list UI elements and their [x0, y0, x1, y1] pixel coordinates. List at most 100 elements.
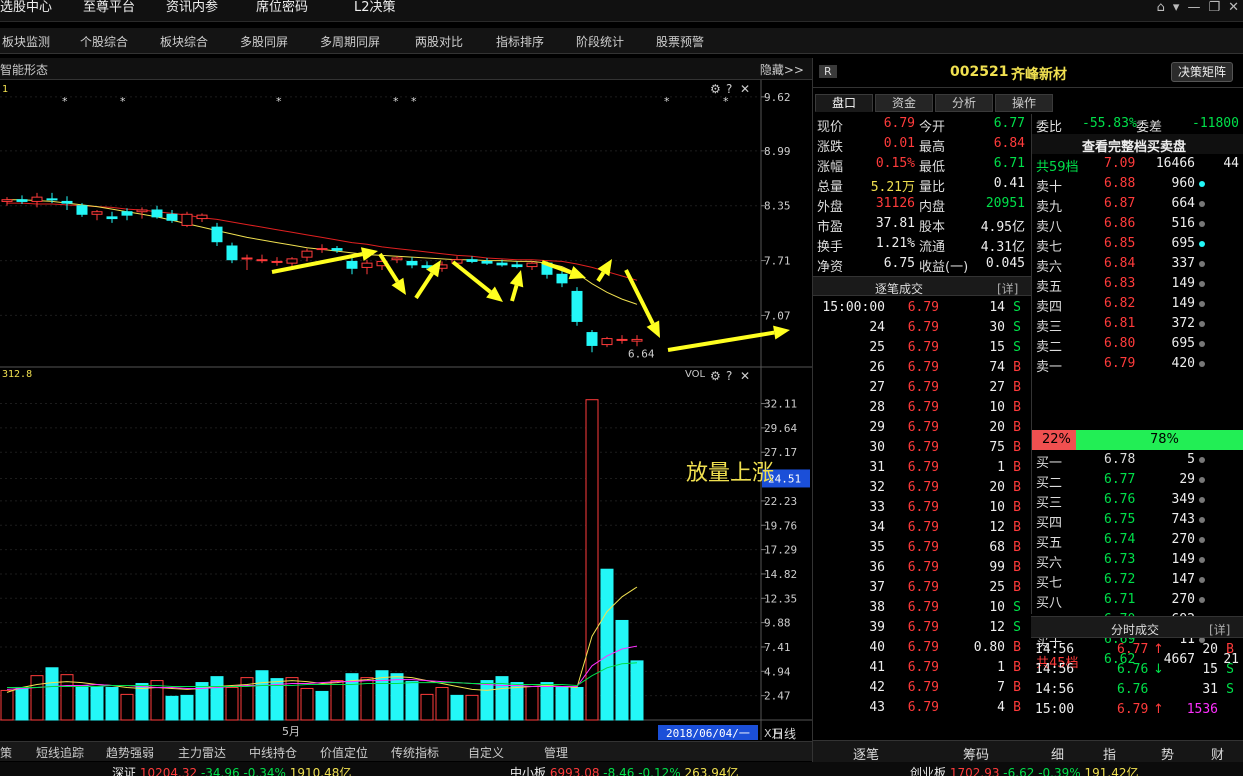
settings-icon[interactable]: ⚙ — [710, 82, 721, 96]
candle-body[interactable] — [616, 338, 628, 341]
price-pane[interactable] — [0, 80, 760, 367]
volume-bar[interactable] — [450, 694, 464, 721]
tab-operation[interactable]: 操作 — [995, 94, 1053, 112]
volume-bar[interactable] — [615, 619, 629, 721]
decision-matrix-button[interactable]: 决策矩阵 — [1171, 62, 1233, 82]
candle-body[interactable] — [481, 260, 493, 264]
volume-bar[interactable] — [390, 673, 404, 721]
candle-body[interactable] — [316, 248, 328, 251]
candle-body[interactable] — [16, 199, 28, 202]
candle-body[interactable] — [46, 198, 58, 201]
candle-body[interactable] — [361, 262, 373, 268]
volume-bar[interactable] — [480, 680, 494, 721]
tab-finance[interactable]: 财 — [1211, 744, 1224, 763]
tab-manage[interactable]: 管理 — [544, 744, 568, 761]
index-sme[interactable]: 中小板 6993.08 -8.46 -0.12% 263.94亿 — [510, 764, 738, 776]
tab-trend-small[interactable]: 势 — [1161, 744, 1174, 763]
minute-trades-list[interactable]: 14:56 6.77 ↑ 20 B 14:56 6.76 ↓ 15 S 14:56 6.76 31 S 15… — [1031, 640, 1243, 740]
candle-body[interactable] — [151, 209, 163, 218]
settings-icon[interactable]: ⚙ — [710, 369, 721, 383]
candle-body[interactable] — [496, 262, 508, 266]
volume-bar[interactable] — [630, 660, 644, 721]
menu-stock-center[interactable]: 选股中心 — [0, 0, 52, 22]
volume-bar[interactable] — [30, 675, 44, 721]
tab-custom[interactable]: 自定义 — [468, 744, 504, 761]
tab-value[interactable]: 价值定位 — [320, 744, 368, 761]
candle-body[interactable] — [256, 259, 268, 262]
candle-body[interactable] — [31, 196, 43, 202]
candle-body[interactable] — [271, 260, 283, 263]
candle-body[interactable] — [346, 260, 358, 269]
toolbar-sector-overview[interactable]: 板块综合 — [160, 33, 208, 50]
candle-body[interactable] — [121, 211, 133, 216]
candle-body[interactable] — [586, 332, 598, 346]
candle-body[interactable] — [466, 259, 478, 262]
volume-bar[interactable] — [435, 686, 449, 721]
toolbar-compare[interactable]: 两股对比 — [415, 33, 463, 50]
toolbar-multi-period[interactable]: 多周期同屏 — [320, 33, 380, 50]
candle-body[interactable] — [211, 226, 223, 243]
volume-bar[interactable] — [420, 693, 434, 721]
volume-bar[interactable] — [540, 682, 554, 721]
full-orderbook-link[interactable]: 查看完整档买卖盘 — [1082, 136, 1186, 155]
volume-bar[interactable] — [225, 686, 239, 721]
menu-l2-decision[interactable]: L2决策 — [354, 0, 396, 22]
tab-short-track[interactable]: 短线追踪 — [36, 744, 84, 761]
tab-classic[interactable]: 传统指标 — [391, 744, 439, 761]
volume-bar[interactable] — [330, 680, 344, 721]
candle-body[interactable] — [406, 260, 418, 266]
tab-strategy[interactable]: 策 — [0, 744, 12, 761]
tab-funds[interactable]: 资金 — [875, 94, 933, 112]
hide-panel-button[interactable]: 隐藏>> — [760, 61, 804, 78]
toolbar-stage-stats[interactable]: 阶段统计 — [576, 33, 624, 50]
candle-body[interactable] — [601, 338, 613, 346]
minute-trades-detail-link[interactable]: [详] — [1209, 621, 1230, 638]
tab-trend[interactable]: 趋势强弱 — [106, 744, 154, 761]
index-gem[interactable]: 创业板 1702.93 -6.62 -0.39% 191.42亿 — [910, 764, 1138, 776]
menu-premium-platform[interactable]: 至尊平台 — [83, 0, 135, 22]
volume-bar[interactable] — [105, 686, 119, 721]
candle-body[interactable] — [526, 262, 538, 268]
volume-bar[interactable] — [525, 685, 539, 721]
volume-bar[interactable] — [45, 667, 59, 721]
candle-body[interactable] — [76, 205, 88, 215]
volume-bar[interactable] — [120, 693, 134, 721]
volume-bar[interactable] — [555, 685, 569, 721]
volume-bar[interactable] — [600, 568, 614, 721]
tab-main-radar[interactable]: 主力雷达 — [178, 744, 226, 761]
candle-body[interactable] — [91, 211, 103, 215]
close-icon[interactable]: ✕ — [740, 82, 750, 96]
volume-bar[interactable] — [465, 694, 479, 721]
toolbar-indicator-rank[interactable]: 指标排序 — [496, 33, 544, 50]
candle-body[interactable] — [1, 199, 13, 202]
toolbar-multi-stock[interactable]: 多股同屏 — [240, 33, 288, 50]
tick-trades-list[interactable]: 15:00:00 6.79 14 S 24 6.79 30 S 25 6.79 15 S 26 6.79 7… — [813, 298, 1031, 738]
home-icon[interactable]: ⌂ — [1157, 0, 1165, 18]
tab-mid-hold[interactable]: 中线持仓 — [249, 744, 297, 761]
period-label[interactable]: 日线 — [772, 727, 796, 740]
volume-bar[interactable] — [0, 689, 14, 721]
candle-body[interactable] — [631, 338, 643, 342]
volume-bar[interactable] — [150, 680, 164, 721]
candle-body[interactable] — [331, 248, 343, 251]
minimize-icon[interactable]: — — [1187, 0, 1200, 18]
tab-index[interactable]: 指 — [1103, 744, 1116, 763]
candle-body[interactable] — [166, 213, 178, 221]
volume-bar[interactable] — [405, 681, 419, 721]
menu-seat-code[interactable]: 席位密码 — [256, 0, 308, 22]
volume-bar[interactable] — [15, 686, 29, 721]
candle-body[interactable] — [391, 257, 403, 261]
restore-icon[interactable]: ❐ — [1208, 0, 1220, 18]
candle-body[interactable] — [136, 209, 148, 213]
tick-trades-detail-link[interactable]: [详] — [997, 280, 1018, 297]
candle-body[interactable] — [571, 290, 583, 322]
volume-bar[interactable] — [135, 683, 149, 721]
volume-bar[interactable] — [180, 694, 194, 721]
close-icon[interactable]: ✕ — [1228, 0, 1239, 18]
help-icon[interactable]: ? — [726, 369, 732, 383]
volume-bar[interactable] — [255, 670, 269, 721]
index-sz[interactable]: 深证 10204.32 -34.96 -0.34% 1910.48亿 — [112, 764, 351, 776]
close-icon[interactable]: ✕ — [740, 369, 750, 383]
kline-chart[interactable]: 9.62 8.99 8.35 7.71 7.07 1 ⚙ ⚙?? ✕ ✕ * * * * * * * 6.64 31… — [0, 80, 812, 740]
candle-body[interactable] — [181, 213, 193, 226]
